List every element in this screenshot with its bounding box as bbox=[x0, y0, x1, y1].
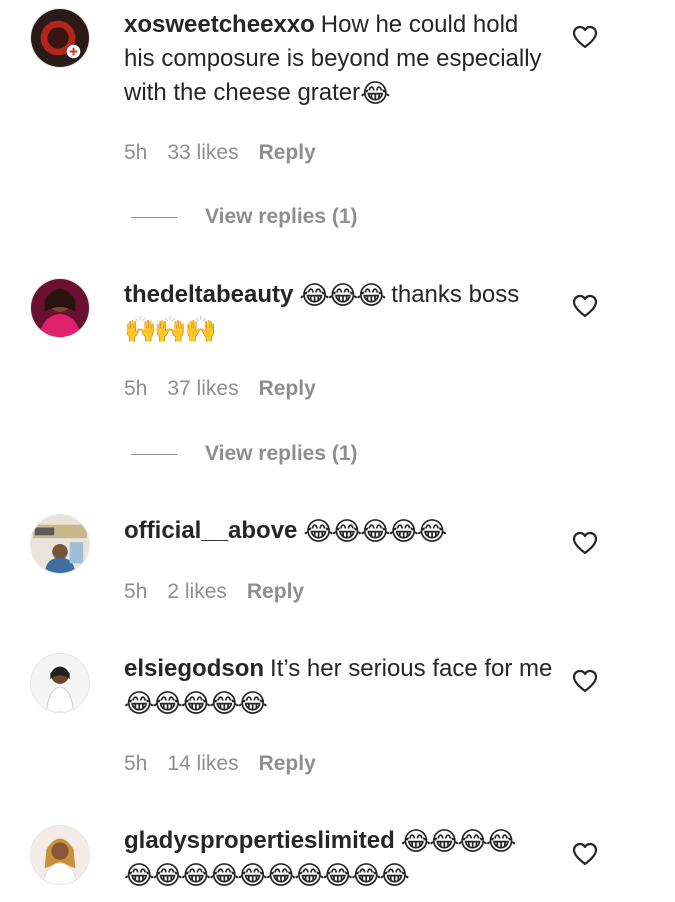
replies-divider-line bbox=[131, 453, 177, 455]
reply-button[interactable]: Reply bbox=[259, 752, 316, 775]
avatar[interactable] bbox=[30, 8, 90, 68]
comment-emoji: 😂😂😂😂😂😂😂😂😂😂 bbox=[124, 861, 410, 891]
comment-emoji: 😂😂😂😂😂 bbox=[303, 517, 447, 547]
comment-text: official__above 😂😂😂😂😂 bbox=[124, 514, 554, 548]
comment-text: gladyspropertieslimited 😂😂😂😂 😂😂😂😂😂😂😂😂😂😂 bbox=[124, 824, 554, 892]
like-heart-icon[interactable] bbox=[572, 25, 598, 49]
comment-likes[interactable]: 2 likes bbox=[167, 580, 227, 603]
comment-emoji: 😂 bbox=[360, 79, 390, 109]
comment-username[interactable]: elsiegodson bbox=[124, 655, 264, 682]
comment-time: 5h bbox=[124, 580, 148, 603]
view-replies-label: View replies (1) bbox=[205, 205, 358, 228]
comment-meta: 5h 37 likes Reply bbox=[124, 376, 336, 402]
view-replies-label: View replies (1) bbox=[205, 442, 358, 465]
like-heart-icon[interactable] bbox=[572, 669, 598, 693]
comment-meta: 5h 14 likes Reply bbox=[124, 751, 336, 777]
comment-body: thanks boss bbox=[391, 281, 520, 308]
comment-meta: 5h 2 likes Reply bbox=[124, 579, 324, 605]
reply-button[interactable]: Reply bbox=[247, 580, 304, 603]
reply-button[interactable]: Reply bbox=[259, 377, 316, 400]
comment-username[interactable]: xosweetcheexxo bbox=[124, 11, 315, 38]
comment-time: 5h bbox=[124, 141, 148, 164]
avatar[interactable] bbox=[30, 278, 90, 338]
comment-emoji: 🙌🙌🙌 bbox=[124, 315, 217, 345]
view-replies-button[interactable]: View replies (1) bbox=[131, 442, 358, 468]
comment-meta: 5h 33 likes Reply bbox=[124, 140, 336, 166]
comment-time: 5h bbox=[124, 752, 148, 775]
like-heart-icon[interactable] bbox=[572, 531, 598, 555]
avatar[interactable] bbox=[30, 825, 90, 885]
comment-body: It’s her serious face for me bbox=[270, 655, 553, 682]
replies-divider-line bbox=[131, 216, 177, 218]
comment-emoji: 😂😂😂😂 bbox=[400, 827, 517, 857]
comment-emoji: 😂😂😂 bbox=[299, 281, 386, 311]
comment-emoji: 😂😂😂😂😂 bbox=[124, 689, 268, 719]
avatar[interactable] bbox=[30, 514, 90, 574]
comment-text: elsiegodson It’s her serious face for me😂… bbox=[124, 652, 554, 720]
comment-username[interactable]: official__above bbox=[124, 517, 297, 544]
comment-text: thedeltabeauty 😂😂😂 thanks boss 🙌🙌🙌 bbox=[124, 278, 554, 346]
view-replies-button[interactable]: View replies (1) bbox=[131, 205, 358, 231]
avatar[interactable] bbox=[30, 653, 90, 713]
comment-likes[interactable]: 14 likes bbox=[167, 752, 238, 775]
like-heart-icon[interactable] bbox=[572, 294, 598, 318]
comment-text: xosweetcheexxo How he could hold his comp… bbox=[124, 8, 554, 110]
comment-likes[interactable]: 37 likes bbox=[167, 377, 238, 400]
comment-username[interactable]: thedeltabeauty bbox=[124, 281, 293, 308]
comment-username[interactable]: gladyspropertieslimited bbox=[124, 827, 395, 854]
like-heart-icon[interactable] bbox=[572, 842, 598, 866]
reply-button[interactable]: Reply bbox=[259, 141, 316, 164]
comment-time: 5h bbox=[124, 377, 148, 400]
comment-likes[interactable]: 33 likes bbox=[167, 141, 238, 164]
